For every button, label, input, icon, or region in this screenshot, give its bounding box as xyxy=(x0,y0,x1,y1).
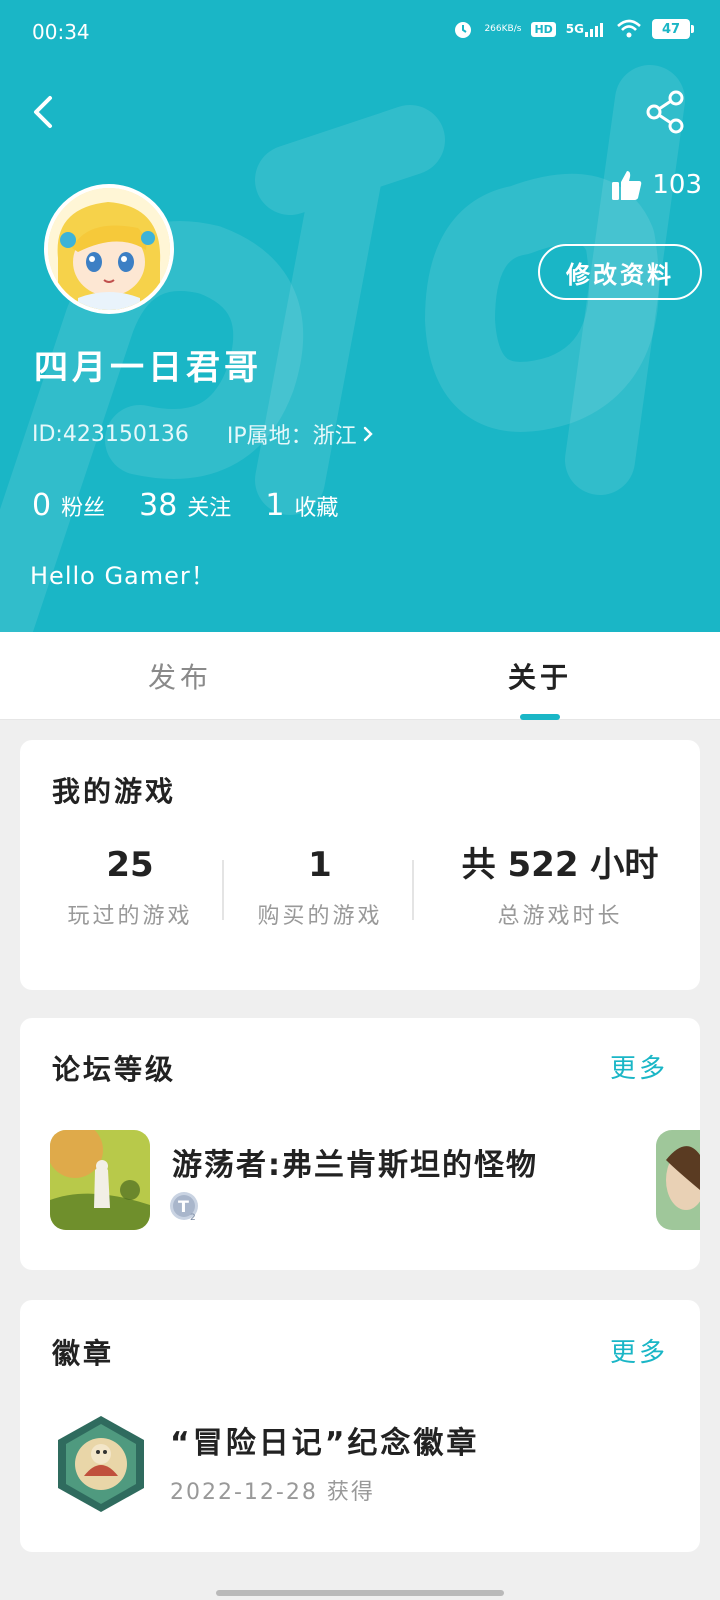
id-line: ID:423150136 IP属地：浙江 xyxy=(32,418,375,450)
played-games-label: 玩过的游戏 xyxy=(67,904,193,929)
network-speed: 266 KB/s xyxy=(484,24,521,34)
forum-level-card: 论坛等级 更多 游荡者:弗兰肯斯坦的怪物 T 2 xyxy=(20,1018,700,1270)
next-game-thumbnail[interactable] xyxy=(656,1130,700,1230)
stat-following-count: 38 xyxy=(139,488,178,523)
stat-divider xyxy=(222,860,224,920)
bought-games-stat[interactable]: 1 购买的游戏 xyxy=(220,840,420,960)
svg-text:2: 2 xyxy=(190,1213,196,1223)
game-cover-image-2 xyxy=(656,1130,700,1230)
tab-publish[interactable]: 发布 xyxy=(120,632,240,720)
medal-badge-icon[interactable] xyxy=(56,1414,146,1514)
hd-badge: HD xyxy=(531,21,556,37)
profile-header: 00:34 266 KB/s HD 5G 47 103 修改资料 四月一日君哥 … xyxy=(0,0,720,632)
medal-date: 2022-12-28 获得 xyxy=(170,1480,375,1505)
medals-card: 徽章 更多 “冒险日记”纪念徽章 2022-12-28 获得 xyxy=(20,1300,700,1552)
tab-about[interactable]: 关于 xyxy=(480,632,600,720)
my-games-title: 我的游戏 xyxy=(52,775,177,808)
status-time: 00:34 xyxy=(32,20,90,44)
stat-following[interactable]: 38 关注 xyxy=(139,488,231,523)
medals-title: 徽章 xyxy=(52,1337,115,1370)
share-button[interactable] xyxy=(644,88,688,136)
user-nickname: 四月一日君哥 xyxy=(34,348,262,388)
level-badge-icon: T 2 xyxy=(170,1192,198,1223)
chevron-left-icon xyxy=(34,96,52,128)
edit-profile-button[interactable]: 修改资料 xyxy=(538,244,702,300)
user-id: ID:423150136 xyxy=(32,421,189,447)
game-stats: 25 玩过的游戏 1 购买的游戏 共 522 小时 总游戏时长 xyxy=(20,840,700,960)
back-button[interactable] xyxy=(26,88,66,136)
medals-more-link[interactable]: 更多 xyxy=(610,1332,668,1369)
stat-fans-count: 0 xyxy=(32,488,52,523)
game-cover-image xyxy=(50,1130,150,1230)
stat-fans[interactable]: 0 粉丝 xyxy=(32,488,105,523)
total-hours-label: 总游戏时长 xyxy=(497,904,623,929)
stat-divider xyxy=(412,860,414,920)
total-hours-value: 共 522 小时 xyxy=(461,845,659,885)
avatar[interactable] xyxy=(44,184,174,314)
battery-indicator: 47 xyxy=(652,19,694,39)
ip-location-link[interactable]: IP属地：浙江 xyxy=(227,418,375,450)
bought-games-label: 购买的游戏 xyxy=(257,904,383,929)
profile-tabs: 发布 关于 xyxy=(0,632,720,720)
avatar-illustration xyxy=(48,188,170,310)
total-hours-stat: 共 522 小时 总游戏时长 xyxy=(420,840,700,960)
stat-favorites-count: 1 xyxy=(265,488,285,523)
net-speed-unit: KB/s xyxy=(501,24,522,34)
chevron-right-icon xyxy=(363,426,373,442)
played-games-stat[interactable]: 25 玩过的游戏 xyxy=(20,840,240,960)
forum-level-title: 论坛等级 xyxy=(52,1053,177,1086)
stat-following-label: 关注 xyxy=(187,496,232,521)
share-icon xyxy=(646,90,684,134)
like-count: 103 xyxy=(652,170,702,200)
signal-type: 5G xyxy=(565,22,584,36)
social-stats: 0 粉丝 38 关注 1 收藏 xyxy=(32,488,338,523)
cellular-signal-icon: 5G xyxy=(566,21,606,37)
wifi-icon xyxy=(617,19,641,38)
forum-more-link[interactable]: 更多 xyxy=(610,1048,668,1085)
stat-fans-label: 粉丝 xyxy=(61,496,106,521)
status-bar: 00:34 266 KB/s HD 5G 47 xyxy=(0,0,720,64)
user-bio: Hello Gamer！ xyxy=(30,562,216,590)
net-speed-value: 266 xyxy=(484,24,502,34)
my-games-card: 我的游戏 25 玩过的游戏 1 购买的游戏 共 522 小时 总游戏时长 xyxy=(20,740,700,990)
medal-name[interactable]: “冒险日记”纪念徽章 xyxy=(170,1418,479,1462)
status-icons: 266 KB/s HD 5G 47 xyxy=(452,18,694,40)
stat-favorites-label: 收藏 xyxy=(294,496,339,521)
forum-game-name[interactable]: 游荡者:弗兰肯斯坦的怪物 xyxy=(172,1140,538,1184)
game-thumbnail[interactable] xyxy=(50,1130,150,1230)
home-indicator[interactable] xyxy=(216,1590,504,1596)
active-tab-indicator xyxy=(520,714,560,720)
played-games-value: 25 xyxy=(106,845,154,885)
stat-favorites[interactable]: 1 收藏 xyxy=(265,488,338,523)
thumbs-up-icon xyxy=(612,171,642,200)
ip-location-text: IP属地：浙江 xyxy=(226,424,357,449)
alarm-icon xyxy=(455,22,472,38)
svg-text:T: T xyxy=(178,1197,189,1216)
bought-games-value: 1 xyxy=(308,845,332,885)
like-counter[interactable]: 103 xyxy=(610,168,702,202)
